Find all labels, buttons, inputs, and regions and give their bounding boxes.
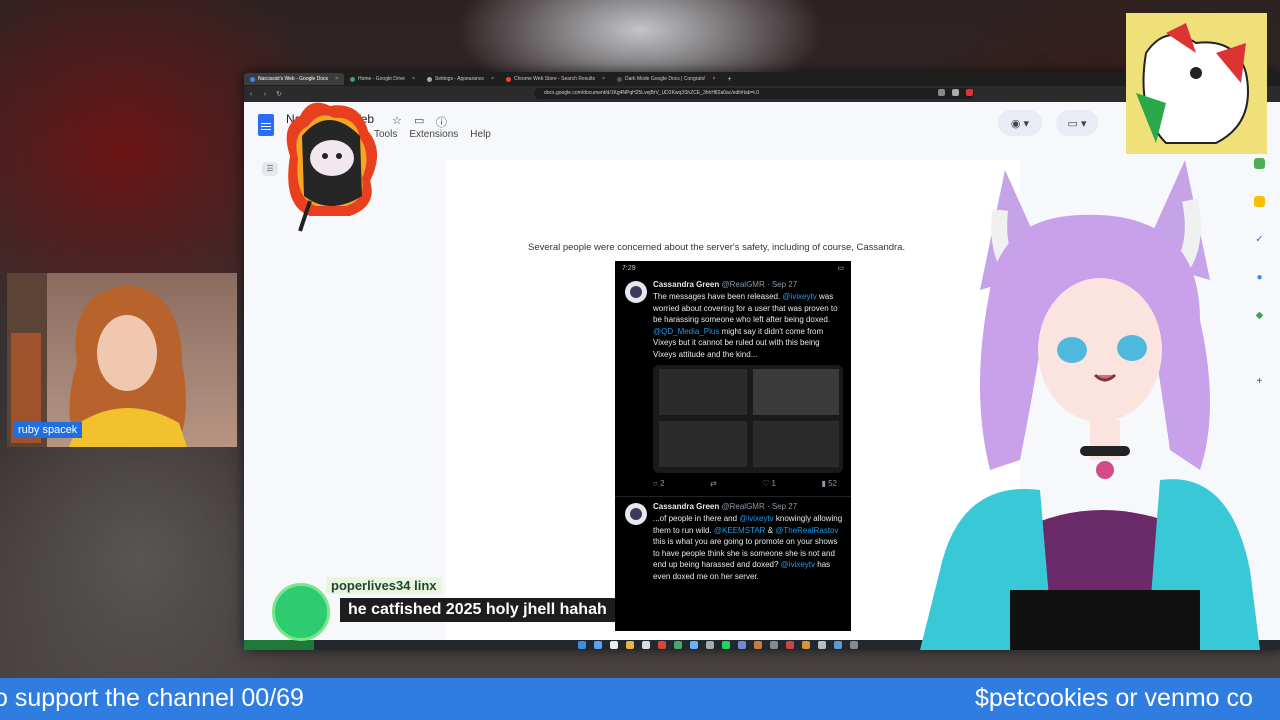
app-icon[interactable] <box>818 641 826 649</box>
app-icon[interactable] <box>754 641 762 649</box>
vtuber-avatar <box>920 160 1260 650</box>
like-icon: ♡ 1 <box>762 479 776 488</box>
menu-bar: Tools Extensions Help <box>374 129 491 140</box>
tab-google-drive[interactable]: Home - Google Drive × <box>344 73 421 85</box>
tweet-text: ...of people in there and @ivixeytv know… <box>653 513 843 582</box>
bookmark-icon[interactable] <box>952 89 959 96</box>
star-icon[interactable]: ☆ <box>392 114 402 127</box>
tweet-text-segment: The messages have been released. <box>653 292 783 301</box>
views-icon: ▮ 52 <box>821 479 837 488</box>
ticker-text-left: o support the channel 00/69 <box>0 684 304 712</box>
new-tab-button[interactable]: + <box>721 73 737 85</box>
tab-web-store[interactable]: Chrome Web Store - Search Results × <box>500 73 611 85</box>
media-thumbnail <box>753 369 839 415</box>
media-thumbnail <box>659 369 747 415</box>
gear-icon <box>426 76 432 82</box>
tweet-2: Cassandra Green @RealGMR · Sep 27 ...of … <box>615 496 851 586</box>
media-thumbnail <box>753 421 839 467</box>
tweet-media-image <box>653 365 843 473</box>
app-icon[interactable] <box>770 641 778 649</box>
tweet-text-segment: & <box>765 525 776 535</box>
menu-help[interactable]: Help <box>470 129 491 140</box>
app-icon[interactable] <box>674 641 682 649</box>
extension-favicon-icon <box>616 76 622 82</box>
support-ticker: o support the channel 00/69 $petcookies … <box>0 678 1280 720</box>
web-store-icon <box>506 76 511 82</box>
webcam-person-image <box>7 273 187 447</box>
start-icon[interactable] <box>578 641 586 649</box>
meet-button[interactable]: ▭ ▾ <box>1056 110 1098 136</box>
chat-message-text: he catfished 2025 holy jhell hahah <box>340 598 615 622</box>
app-icon[interactable] <box>706 641 714 649</box>
chat-username: poperlives34 linx <box>326 577 442 594</box>
tab-settings[interactable]: Settings - Appearance × <box>421 73 500 85</box>
artwork-image <box>1126 13 1267 154</box>
battery-icon: ▭ <box>837 265 844 272</box>
tweet-actions: ○ 2 ⇄ ♡ 1 ▮ 52 <box>653 479 843 488</box>
document-body-text: Several people were concerned about the … <box>528 242 906 253</box>
tweet-avatar <box>625 503 647 525</box>
eye-icon: ◉ ▾ <box>1010 117 1030 130</box>
tab-google-docs[interactable]: Narcissist's Web - Google Docs × <box>244 73 344 85</box>
tweet-text-segment: ...of people in there and <box>653 514 740 523</box>
chrome-icon[interactable] <box>658 641 666 649</box>
mention-link[interactable]: @TheRealRastov <box>775 526 838 535</box>
status-time: 7:29 <box>622 264 636 272</box>
status-icon[interactable]: ⓘ <box>436 114 447 130</box>
retweet-icon: ⇄ <box>709 479 717 488</box>
tab-dark-mode[interactable]: Dark Mode Google Docs | Congrats! × <box>611 73 721 85</box>
tweet-avatar <box>625 281 647 303</box>
tweet-text: The messages have been released. @ivixey… <box>653 291 843 360</box>
url-input[interactable]: docs.google.com/document/d/1Kg4NPqH25Lve… <box>534 88 974 99</box>
taskbar-highlight <box>244 640 314 650</box>
menu-extensions[interactable]: Extensions <box>409 129 458 140</box>
webcam-feed <box>7 273 237 447</box>
tweet-header: Cassandra Green @RealGMR · Sep 27 <box>653 502 798 511</box>
reply-icon: ○ 2 <box>653 479 665 488</box>
mention-link[interactable]: @KEEMSTAR <box>714 526 766 535</box>
close-tab-icon[interactable]: × <box>491 76 494 82</box>
app-icon[interactable] <box>802 641 810 649</box>
drive-favicon-icon <box>349 76 355 82</box>
mention-link[interactable]: @ivixeytv <box>782 292 816 301</box>
move-folder-icon[interactable]: ▭ <box>414 114 424 127</box>
address-bar-row: ‹ › ↻ docs.google.com/document/d/1Kg4NPq… <box>244 86 1280 102</box>
media-thumbnail <box>659 421 747 467</box>
chat-user-avatar <box>272 583 330 641</box>
app-icon[interactable] <box>690 641 698 649</box>
search-icon[interactable] <box>594 641 602 649</box>
video-camera-icon: ▭ ▾ <box>1067 117 1087 130</box>
close-tab-icon[interactable]: × <box>335 76 338 82</box>
phone-status-bar: 7:29 ▭ <box>615 261 851 275</box>
tweet-1: Cassandra Green @RealGMR · Sep 27 The me… <box>615 275 851 492</box>
file-explorer-icon[interactable] <box>626 641 634 649</box>
extension-icon[interactable] <box>966 89 973 96</box>
hooded-mascot-sticker <box>286 102 378 232</box>
tweet-screenshot: 7:29 ▭ Cassandra Green @RealGMR · Sep 27… <box>615 261 851 631</box>
close-tab-icon[interactable]: × <box>602 76 605 82</box>
app-icon[interactable] <box>786 641 794 649</box>
docs-favicon-icon <box>250 76 255 82</box>
docs-header: Narcissist's Web ☆ ▭ ⓘ Tools Extensions … <box>244 102 1280 146</box>
discord-icon[interactable] <box>738 641 746 649</box>
tweet-header: Cassandra Green @RealGMR · Sep 27 <box>653 280 798 289</box>
close-tab-icon[interactable]: × <box>713 76 716 82</box>
webcam-name-label: ruby spacek <box>13 422 83 438</box>
tab-bar: Narcissist's Web - Google Docs × Home - G… <box>244 72 1280 86</box>
back-icon[interactable]: ‹ <box>244 91 258 98</box>
close-tab-icon[interactable]: × <box>412 76 415 82</box>
channel-artwork <box>1126 13 1267 154</box>
spotify-icon[interactable] <box>722 641 730 649</box>
app-icon[interactable] <box>850 641 858 649</box>
ticker-text-right: $petcookies or venmo co <box>975 684 1253 712</box>
mention-link[interactable]: @ivixeytv <box>781 560 815 569</box>
task-view-icon[interactable] <box>610 641 618 649</box>
extension-icon[interactable] <box>938 89 945 96</box>
mention-link[interactable]: @QD_Media_Plus <box>653 327 719 336</box>
mention-link[interactable]: @ivixeytv <box>739 514 773 523</box>
app-icon[interactable] <box>642 641 650 649</box>
app-icon[interactable] <box>834 641 842 649</box>
view-mode-button[interactable]: ◉ ▾ <box>998 110 1042 136</box>
